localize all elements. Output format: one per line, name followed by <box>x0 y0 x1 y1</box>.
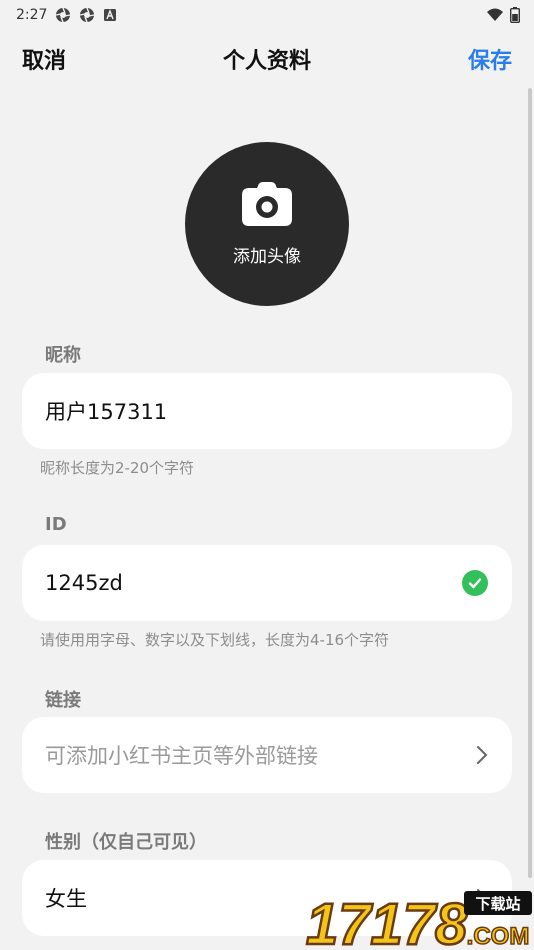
id-hint: 请使用用字母、数字以及下划线，长度为4-16个字符 <box>40 631 390 649</box>
nickname-section-label: 昵称 <box>45 345 81 366</box>
nickname-field[interactable]: 用户157311 <box>22 373 512 449</box>
nickname-value[interactable]: 用户157311 <box>45 396 167 426</box>
id-section-label: ID <box>45 514 67 535</box>
watermark-number: 17178 <box>306 892 468 950</box>
link-field[interactable]: 可添加小红书主页等外部链接 <box>22 717 512 793</box>
status-left: 2:27 <box>16 7 117 23</box>
link-placeholder: 可添加小红书主页等外部链接 <box>45 744 318 768</box>
aperture-icon <box>55 7 71 23</box>
battery-icon <box>510 7 520 23</box>
scrollbar[interactable] <box>528 88 532 878</box>
add-avatar-button[interactable]: 添加头像 <box>185 142 349 306</box>
site-watermark: 17178 下载站 .COM <box>304 888 534 950</box>
id-value[interactable]: 1245zd <box>45 571 123 595</box>
aperture-icon <box>79 7 95 23</box>
status-right <box>486 7 520 23</box>
id-field[interactable]: 1245zd <box>22 545 512 621</box>
check-icon <box>462 570 488 596</box>
watermark-suffix: .COM <box>467 923 530 950</box>
watermark-tag: 下载站 <box>475 895 520 913</box>
header: 取消 个人资料 保存 <box>0 30 534 88</box>
status-time: 2:27 <box>16 7 48 23</box>
status-bar: 2:27 <box>0 0 534 30</box>
font-box-icon <box>103 8 117 22</box>
nickname-hint: 昵称长度为2-20个字符 <box>40 459 195 477</box>
gender-section-label: 性别（仅自己可见） <box>45 832 207 853</box>
link-section-label: 链接 <box>45 690 81 711</box>
cancel-button[interactable]: 取消 <box>22 43 66 75</box>
chevron-right-icon <box>476 745 488 765</box>
camera-icon <box>242 181 292 230</box>
avatar-label: 添加头像 <box>233 246 301 267</box>
page-title: 个人资料 <box>222 49 312 74</box>
save-button[interactable]: 保存 <box>468 43 512 75</box>
wifi-icon <box>486 8 504 22</box>
gender-value: 女生 <box>45 887 87 911</box>
